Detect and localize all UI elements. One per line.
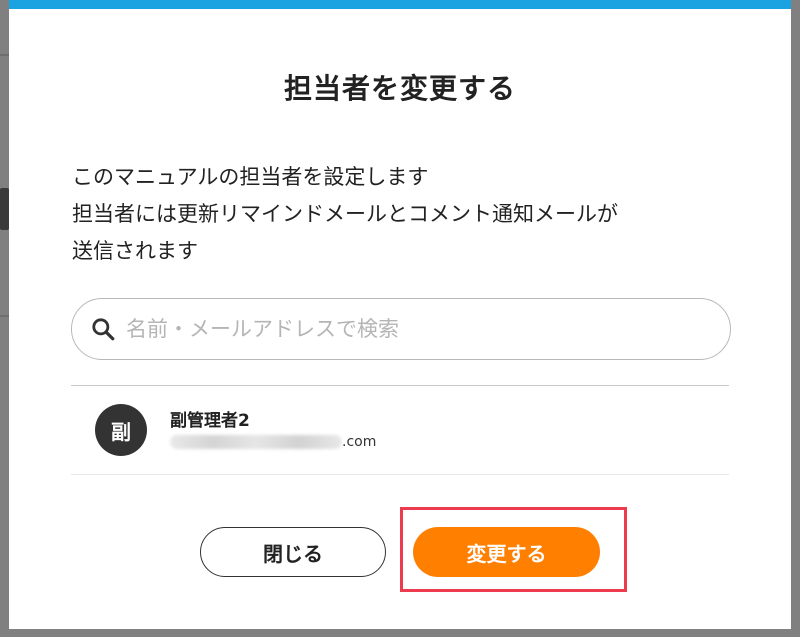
- background-divider: [0, 54, 9, 56]
- email-redacted-blur: [170, 435, 342, 449]
- modal-title: 担当者を変更する: [283, 72, 516, 105]
- search-input[interactable]: [126, 317, 716, 341]
- background-divider: [0, 315, 9, 317]
- background-heading-fragment: [0, 188, 9, 230]
- description-line: 担当者には更新リマインドメールとコメント通知メールが: [72, 202, 618, 226]
- email-domain: .com: [342, 434, 377, 450]
- description-line: 送信されます: [72, 239, 198, 263]
- modal-description: このマニュアルの担当者を設定します 担当者には更新リマインドメールとコメント通知…: [72, 159, 752, 270]
- change-assignee-modal: 担当者を変更する このマニュアルの担当者を設定します 担当者には更新リマインドメ…: [9, 0, 791, 629]
- user-email: .com: [170, 434, 376, 450]
- user-name: 副管理者2: [170, 411, 250, 431]
- search-icon: [92, 318, 115, 341]
- user-list-item[interactable]: 副 副管理者2 .com: [71, 386, 729, 474]
- list-divider: [71, 474, 729, 475]
- description-line: このマニュアルの担当者を設定します: [72, 165, 429, 189]
- search-box[interactable]: [71, 298, 731, 360]
- close-button[interactable]: 閉じる: [200, 527, 386, 577]
- avatar: 副: [95, 404, 147, 456]
- user-info: 副管理者2 .com: [170, 410, 376, 450]
- change-button[interactable]: 変更する: [413, 527, 600, 577]
